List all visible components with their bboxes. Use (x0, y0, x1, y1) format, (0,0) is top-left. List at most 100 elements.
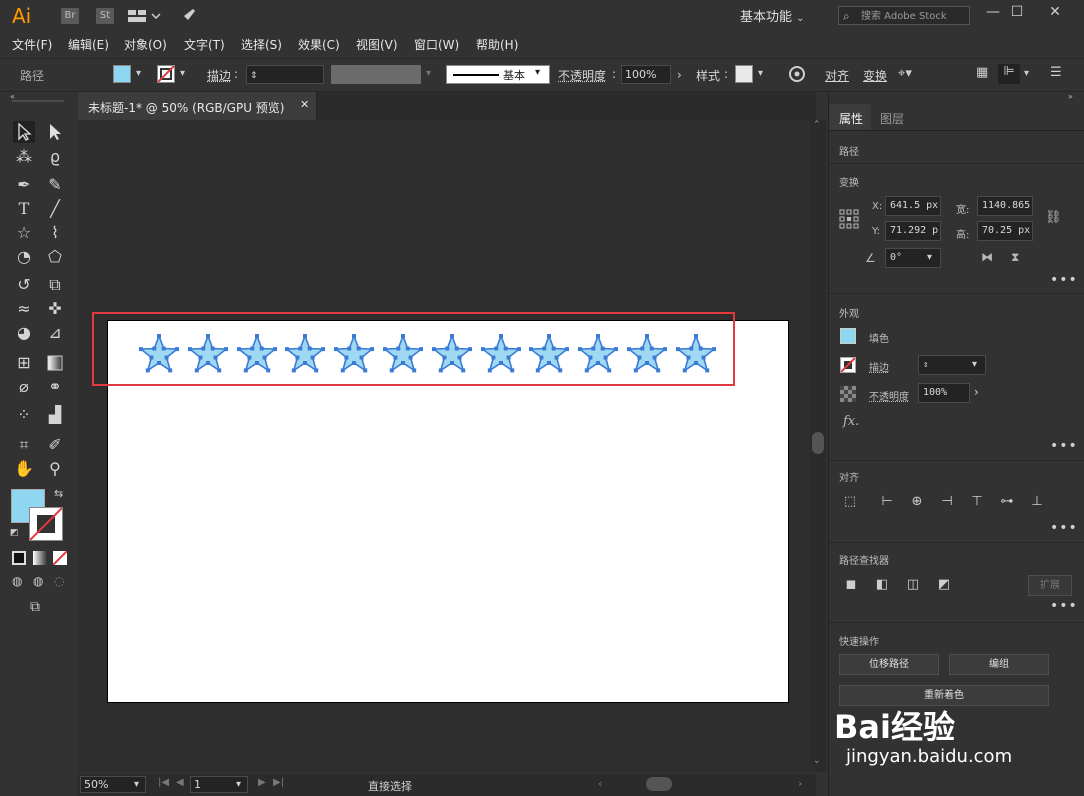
direct-selection-tool[interactable] (44, 121, 66, 143)
magic-wand-tool[interactable]: ⁂ (13, 146, 35, 168)
draw-inside-icon[interactable]: ◌ (54, 574, 64, 588)
menu-window[interactable]: 窗口(W) (414, 36, 459, 53)
curvature-tool[interactable]: ✎ (44, 174, 66, 196)
exclude-icon[interactable]: ◩ (936, 577, 952, 593)
more-options-icon[interactable]: ••• (1050, 520, 1078, 536)
menu-effect[interactable]: 效果(C) (298, 36, 340, 53)
shaper-tool[interactable]: ◔ (13, 246, 35, 268)
reference-point-icon[interactable] (839, 209, 859, 229)
menu-file[interactable]: 文件(F) (12, 36, 52, 53)
chevron-down-icon[interactable]: ▾ (236, 779, 241, 790)
stroke-weight-field[interactable]: ⇕ (246, 65, 324, 84)
artboard-tool[interactable]: ⌗ (13, 434, 35, 456)
group-button[interactable]: 编组 (949, 654, 1049, 675)
screen-mode-icon[interactable]: ⧉ (30, 599, 40, 615)
x-field[interactable]: 641.5 px (885, 196, 941, 216)
menu-select[interactable]: 选择(S) (241, 36, 282, 53)
intersect-icon[interactable]: ◫ (905, 577, 921, 593)
appearance-opacity-field[interactable]: 100% (918, 383, 970, 403)
menu-type[interactable]: 文字(T) (184, 36, 225, 53)
selection-tool[interactable] (13, 121, 35, 143)
scroll-right-icon[interactable]: › (798, 777, 802, 790)
stock-button[interactable]: St (96, 8, 114, 24)
gradient-tool[interactable] (44, 352, 66, 374)
appearance-stroke-swatch[interactable] (840, 357, 856, 373)
gradient-mode-icon[interactable] (33, 551, 47, 565)
align-top-icon[interactable]: ⊤ (969, 494, 985, 510)
chevron-right-icon[interactable]: › (677, 68, 682, 82)
shape-builder-tool[interactable]: ◕ (13, 322, 35, 344)
swap-icon[interactable]: ⇆ (54, 487, 63, 500)
align-bottom-icon[interactable]: ⊥ (1029, 494, 1045, 510)
none-mode-icon[interactable] (52, 550, 68, 566)
align-right-icon[interactable]: ⊣ (939, 494, 955, 510)
more-options-icon[interactable]: ••• (1050, 272, 1078, 288)
column-graph-tool[interactable]: ▟ (44, 404, 66, 426)
pen-tool[interactable]: ✒ (13, 174, 35, 196)
expand-button[interactable]: 扩展 (1028, 575, 1072, 596)
align-link[interactable]: 对齐 (825, 67, 849, 84)
recolor-artwork-button[interactable] (788, 65, 806, 83)
align-hcenter-icon[interactable]: ⊕ (909, 494, 925, 510)
y-field[interactable]: 71.292 p (885, 221, 941, 241)
appearance-fill-swatch[interactable] (840, 328, 856, 344)
perspective-grid-tool[interactable]: ⊿ (44, 322, 66, 344)
more-options-icon[interactable]: ••• (1050, 598, 1078, 614)
fill-swatch[interactable] (113, 65, 131, 83)
scroll-down-icon[interactable]: ⌄ (813, 756, 821, 766)
draw-behind-icon[interactable]: ◍ (33, 574, 43, 588)
variable-width-profile[interactable] (331, 65, 421, 84)
chevron-down-icon[interactable]: ▾ (134, 779, 139, 790)
puppet-warp-tool[interactable]: ✜ (44, 298, 66, 320)
slice-tool[interactable]: ✐ (44, 434, 66, 456)
chevron-down-icon[interactable]: ▾ (180, 68, 185, 79)
document-tab[interactable]: 未标题-1* @ 50% (RGB/GPU 预览) ✕ (78, 92, 317, 120)
tab-layers[interactable]: 图层 (880, 110, 904, 127)
first-page-icon[interactable]: |◀ (158, 777, 169, 788)
align-to-selection-icon[interactable]: ⬚ (842, 494, 858, 510)
chevron-down-icon[interactable]: ▾ (1024, 68, 1029, 79)
scroll-thumb[interactable] (812, 432, 824, 454)
opacity-field[interactable]: 100% (621, 65, 671, 84)
flip-vertical-icon[interactable]: ⧗ (1011, 250, 1019, 265)
eraser-tool[interactable]: ⬠ (44, 246, 66, 268)
constrain-proportions-icon[interactable]: ⛓ (1045, 210, 1062, 225)
offset-path-button[interactable]: 位移路径 (839, 654, 939, 675)
lasso-tool[interactable]: ϱ (44, 146, 66, 168)
previous-page-icon[interactable]: ◀ (176, 777, 184, 788)
last-page-icon[interactable]: ▶| (273, 777, 284, 788)
chevron-down-icon[interactable]: ▾ (972, 359, 977, 370)
minus-front-icon[interactable]: ◧ (874, 577, 890, 593)
draw-normal-icon[interactable]: ◍ (12, 574, 22, 588)
star-tool[interactable]: ☆ (13, 222, 35, 244)
close-button[interactable]: ✕ (1038, 2, 1072, 22)
arrange-documents-button[interactable] (128, 9, 162, 23)
mesh-tool[interactable]: ⊞ (13, 352, 35, 374)
menu-edit[interactable]: 编辑(E) (68, 36, 109, 53)
blend-tool[interactable]: ⚭ (44, 376, 66, 398)
workspace-switcher[interactable]: 基本功能 ⌄ (740, 6, 805, 25)
line-tool[interactable]: ╱ (44, 198, 66, 220)
menu-help[interactable]: 帮助(H) (476, 36, 518, 53)
rotate-angle-field[interactable]: 0° (885, 248, 941, 268)
height-field[interactable]: 70.25 px (977, 221, 1033, 241)
type-tool[interactable]: T (13, 198, 35, 220)
menu-object[interactable]: 对象(O) (124, 36, 167, 53)
flip-horizontal-icon[interactable]: ⧓ (981, 250, 993, 264)
tab-properties[interactable]: 属性 (839, 110, 863, 127)
graphic-style-swatch[interactable] (735, 65, 753, 83)
horizontal-scroll-thumb[interactable] (646, 777, 672, 791)
maximize-button[interactable]: ☐ (1000, 2, 1034, 22)
hand-tool[interactable]: ✋ (13, 458, 35, 480)
transform-link[interactable]: 变换 (863, 67, 887, 84)
grid-icon[interactable]: ▦ (976, 65, 988, 80)
chevron-down-icon[interactable]: ▾ (136, 68, 141, 79)
bridge-button[interactable]: Br (61, 8, 79, 24)
symbol-sprayer-tool[interactable]: ⁘ (13, 404, 35, 426)
isolate-icon[interactable]: ⌖▾ (898, 66, 912, 81)
menu-lines-icon[interactable]: ☰ (1050, 65, 1062, 80)
align-left-icon[interactable]: ⊢ (879, 494, 895, 510)
close-tab-icon[interactable]: ✕ (300, 98, 309, 111)
collapse-panel-icon[interactable]: » (1068, 92, 1073, 101)
width-tool[interactable]: ≈ (13, 298, 35, 320)
